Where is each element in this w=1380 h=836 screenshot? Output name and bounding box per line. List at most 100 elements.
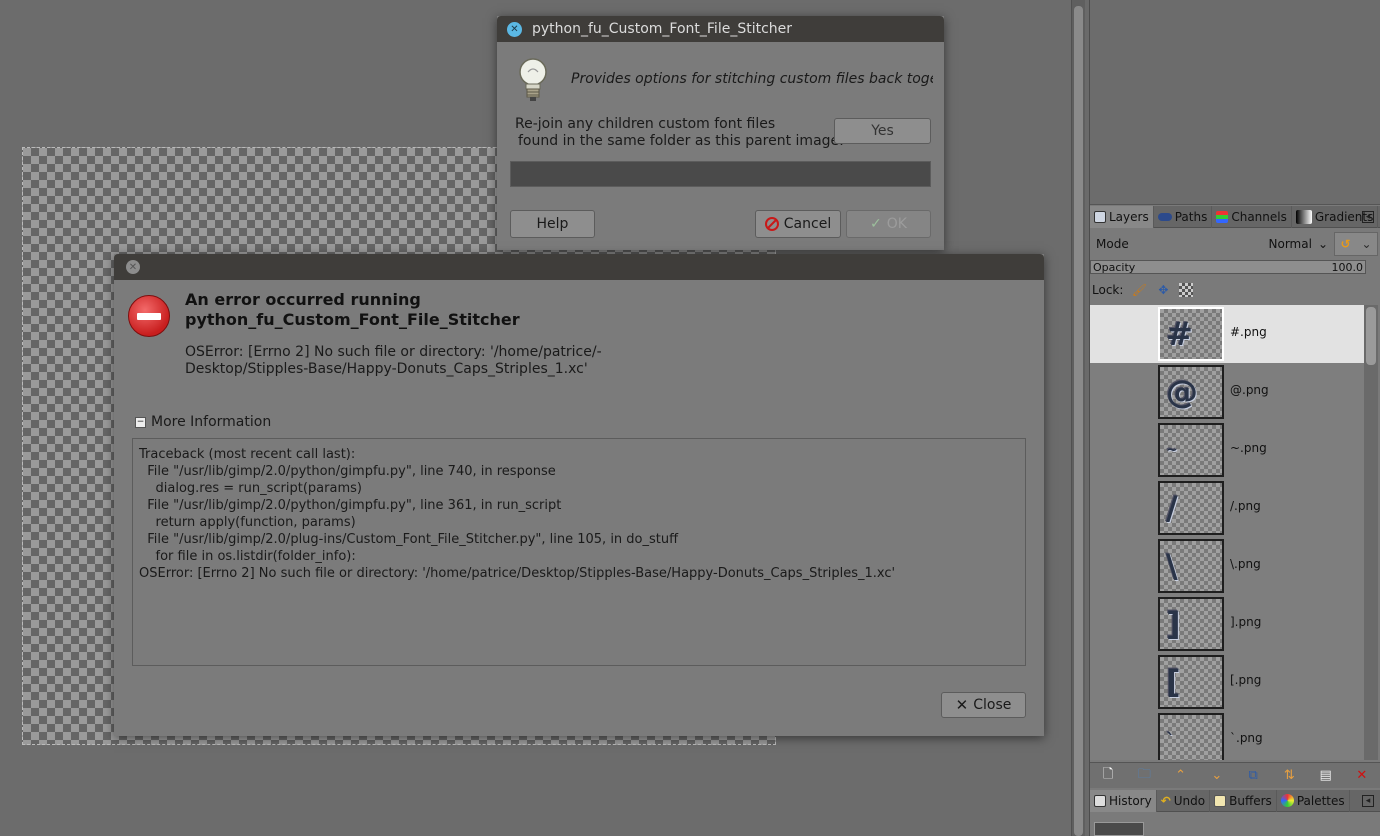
yes-toggle-button[interactable]: Yes (834, 118, 931, 144)
dock-menu-icon[interactable]: ◂ (1362, 795, 1374, 807)
tab-buffers[interactable]: Buffers (1210, 789, 1277, 812)
delete-layer-icon[interactable]: ✕ (1352, 766, 1372, 786)
scrollbar-thumb[interactable] (1366, 307, 1376, 365)
layer-row[interactable]: ] ].png (1090, 595, 1364, 653)
layer-thumbnail: ` (1158, 713, 1224, 760)
layer-row[interactable]: / /.png (1090, 479, 1364, 537)
rejoin-label-line1: Re-join any children custom font files (515, 116, 776, 132)
opacity-label: Opacity (1093, 261, 1136, 274)
merge-layer-icon[interactable]: ▤ (1316, 766, 1336, 786)
layer-name: ~.png (1230, 441, 1267, 455)
tab-paths[interactable]: Paths (1154, 205, 1213, 228)
opacity-value: 100.0 (1331, 261, 1364, 274)
layer-row[interactable]: \ \.png (1090, 537, 1364, 595)
scrollbar-thumb[interactable] (1074, 6, 1083, 836)
anchor-layer-icon[interactable]: ⇅ (1279, 766, 1299, 786)
layers-dock-tabs: Layers Paths Channels Gradients ◂ (1090, 205, 1380, 228)
error-dialog-titlebar[interactable]: ✕ (114, 254, 1044, 280)
layer-name: ].png (1230, 615, 1262, 629)
ok-label: OK (886, 216, 907, 232)
traceback-text[interactable]: Traceback (most recent call last): File … (132, 438, 1026, 666)
cancel-label: Cancel (783, 216, 832, 232)
tab-palettes[interactable]: Palettes (1277, 789, 1350, 812)
error-title-line1: An error occurred running (185, 290, 421, 309)
close-icon[interactable]: ✕ (126, 260, 140, 274)
close-button[interactable]: ✕ Close (941, 692, 1026, 718)
layer-thumbnail: ~ (1158, 423, 1224, 477)
opacity-slider[interactable]: Opacity 100.0 (1090, 260, 1366, 274)
close-icon[interactable]: ✕ (507, 21, 522, 37)
mode-row: Mode Normal ⌄ ↺ ⌄ (1090, 230, 1380, 258)
layer-row[interactable]: ` `.png (1090, 711, 1364, 760)
lock-position-icon[interactable]: ✥ (1155, 282, 1171, 298)
layer-thumbnail: # (1158, 307, 1224, 361)
lock-alpha-icon[interactable] (1179, 283, 1194, 297)
cancel-button[interactable]: Cancel (755, 210, 841, 238)
layer-thumbnail: \ (1158, 539, 1224, 593)
layer-name: @.png (1230, 383, 1269, 397)
tab-channels[interactable]: Channels (1212, 205, 1292, 228)
tab-history[interactable]: History (1090, 789, 1157, 812)
layer-glyph: ~ (1166, 442, 1178, 458)
new-layer-icon[interactable]: 🗋 (1098, 766, 1118, 786)
plugin-dialog: ✕ python_fu_Custom_Font_File_Stitcher Pr… (497, 16, 944, 250)
raise-layer-icon[interactable]: ⌃ (1171, 766, 1191, 786)
checkmark-icon: ✓ (870, 216, 882, 232)
paths-icon (1157, 212, 1172, 221)
error-message: OSError: [Errno 2] No such file or direc… (185, 344, 602, 378)
layer-thumbnail: / (1158, 481, 1224, 535)
mode-label: Mode (1096, 237, 1129, 251)
tab-layers[interactable]: Layers (1090, 205, 1154, 228)
plugin-dialog-title: python_fu_Custom_Font_File_Stitcher (532, 21, 793, 37)
history-thumbnail (1094, 822, 1144, 836)
layer-name: [.png (1230, 673, 1262, 687)
lightbulb-icon (519, 58, 547, 101)
tab-undo[interactable]: ↶ Undo (1157, 789, 1211, 812)
yes-label: Yes (871, 123, 894, 139)
layers-scrollbar[interactable] (1364, 305, 1378, 760)
lower-layer-icon[interactable]: ⌄ (1207, 766, 1227, 786)
layers-list[interactable]: # #.png @ @.png ~ ~.png / /.png \ \.png … (1090, 305, 1364, 760)
channels-icon (1216, 210, 1229, 223)
layers-icon (1094, 210, 1106, 223)
palettes-icon (1280, 794, 1294, 807)
layer-row[interactable]: # #.png (1090, 305, 1364, 363)
tab-label: Palettes (1296, 793, 1345, 808)
dock-menu-icon[interactable]: ◂ (1362, 211, 1374, 223)
tab-label: Buffers (1229, 793, 1272, 808)
duplicate-layer-icon[interactable]: ⧉ (1243, 766, 1263, 786)
tab-label: Layers (1109, 209, 1149, 224)
lock-paint-icon[interactable]: 🖌 (1131, 282, 1147, 298)
layer-row[interactable]: ~ ~.png (1090, 421, 1364, 479)
new-layer-group-icon[interactable]: 🗀 (1134, 766, 1154, 786)
collapse-icon[interactable]: − (135, 416, 146, 428)
layer-glyph: ] (1166, 605, 1181, 643)
chevron-down-icon: ⌄ (1361, 237, 1372, 251)
layer-buttons-bar: 🗋 🗀 ⌃ ⌄ ⧉ ⇅ ▤ ✕ (1090, 762, 1380, 788)
layer-glyph: / (1166, 489, 1178, 527)
layer-thumbnail: [ (1158, 655, 1224, 709)
layer-row[interactable]: [ [.png (1090, 653, 1364, 711)
rejoin-label: Re-join any children custom font files f… (515, 116, 844, 150)
tab-label: Undo (1173, 793, 1206, 808)
layer-row[interactable]: @ @.png (1090, 363, 1364, 421)
mode-select[interactable]: Normal ⌄ (1262, 232, 1332, 256)
layer-name: #.png (1230, 325, 1267, 339)
more-information-label: More Information (151, 414, 272, 430)
error-title-line2: python_fu_Custom_Font_File_Stitcher (185, 310, 520, 329)
close-label: Close (973, 697, 1012, 713)
undo-icon: ↶ (1160, 793, 1171, 808)
rotate-arrow-icon: ↺ (1340, 237, 1351, 251)
canvas-vertical-scrollbar[interactable] (1071, 0, 1085, 836)
plugin-description: Provides options for stitching custom fi… (571, 71, 933, 87)
tab-label: Channels (1231, 209, 1287, 224)
ok-button[interactable]: ✓ OK (846, 210, 931, 238)
more-information-expander[interactable]: − More Information (135, 414, 271, 430)
help-button[interactable]: Help (510, 210, 595, 238)
dock-top-panel (1090, 0, 1380, 205)
composite-mode-button[interactable]: ↺ ⌄ (1334, 232, 1378, 256)
cancel-icon (764, 217, 779, 231)
plugin-dialog-titlebar[interactable]: ✕ python_fu_Custom_Font_File_Stitcher (497, 16, 944, 42)
layer-glyph: ` (1166, 729, 1175, 751)
error-stop-icon (128, 295, 170, 337)
